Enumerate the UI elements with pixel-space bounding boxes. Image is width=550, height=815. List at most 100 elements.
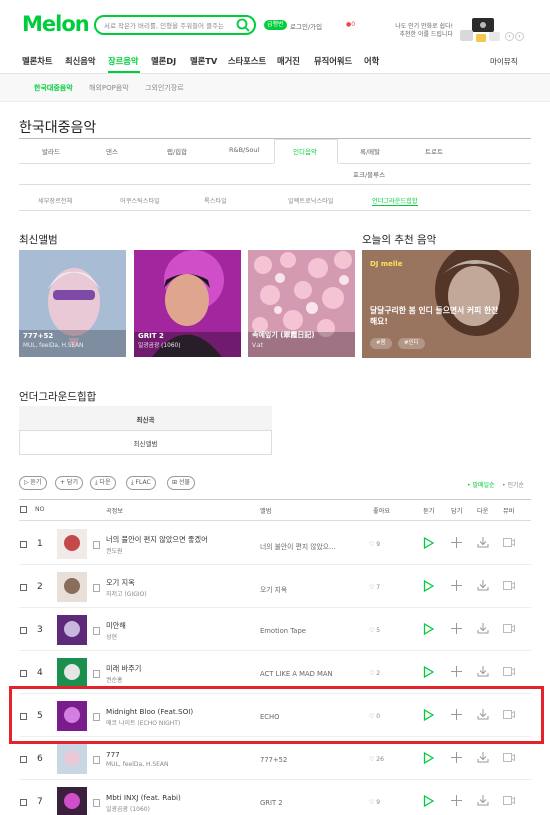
row-album-thumb[interactable]: [57, 572, 87, 602]
gnb-mymusic[interactable]: 마이뮤직: [490, 56, 518, 67]
genre-dance[interactable]: 댄스: [106, 146, 118, 156]
notification-count[interactable]: ●0: [346, 21, 355, 28]
play-icon[interactable]: [423, 795, 434, 807]
row-album-name[interactable]: 너의 불안이 편지 않았으...: [260, 541, 336, 551]
row-album-thumb[interactable]: [57, 787, 87, 815]
row-song-title[interactable]: 미안해: [106, 621, 126, 631]
login-link[interactable]: 로그인/가입: [290, 21, 322, 31]
row-song-artist[interactable]: 권순홍: [106, 675, 123, 684]
add-icon[interactable]: [451, 537, 462, 548]
row-song-artist[interactable]: 지저고 (GIGIO): [106, 589, 147, 598]
row-like-button[interactable]: ♡ 5: [369, 627, 380, 634]
style-all[interactable]: 세부장르전체: [38, 196, 72, 205]
download-selected-button[interactable]: ⤓ 다운: [90, 476, 116, 490]
tag-indie[interactable]: #인디: [398, 338, 425, 349]
row-song-title[interactable]: Mbti INXJ (feat. Rabi): [106, 793, 181, 802]
sort-by-popularity[interactable]: • 인기순: [502, 480, 524, 489]
subnav-kpop[interactable]: 한국대중음악: [34, 83, 73, 93]
search-badge[interactable]: 급행번: [264, 20, 287, 30]
row-song-artist[interactable]: 일광곰광 (1060): [106, 804, 150, 813]
tab-latest-albums[interactable]: 최신앨범: [19, 438, 272, 448]
mv-icon[interactable]: [503, 795, 515, 806]
row-album-thumb[interactable]: [57, 658, 87, 688]
style-acoustic[interactable]: 어쿠스틱스타일: [120, 196, 160, 205]
sort-by-date[interactable]: • 발매일순: [467, 480, 495, 489]
mv-icon[interactable]: [503, 666, 515, 677]
melon-logo[interactable]: Melon: [22, 12, 90, 36]
row-checkbox[interactable]: [20, 799, 27, 806]
row-album-thumb[interactable]: [57, 744, 87, 774]
gnb-starpost[interactable]: 스타포스트: [228, 55, 266, 67]
flac-download-button[interactable]: ⤓ FLAC: [126, 476, 156, 490]
row-like-button[interactable]: ♡ 2: [369, 670, 380, 677]
mv-icon[interactable]: [503, 537, 515, 548]
genre-rock[interactable]: 록/메탈: [360, 146, 380, 156]
play-icon[interactable]: [423, 752, 434, 764]
row-album-thumb[interactable]: [57, 615, 87, 645]
genre-rnb[interactable]: R&B/Soul: [229, 146, 259, 154]
row-album-name[interactable]: GRIT 2: [260, 799, 283, 807]
row-song-title[interactable]: 너의 불안이 편지 않았으면 좋겠어: [106, 535, 208, 545]
song-info-icon[interactable]: [93, 584, 100, 592]
gnb-latest[interactable]: 최신음악: [65, 55, 96, 67]
play-selected-button[interactable]: ▷ 듣기: [19, 476, 47, 490]
row-album-name[interactable]: ACT LIKE A MAD MAN: [260, 670, 333, 678]
song-info-icon[interactable]: [93, 670, 100, 678]
row-song-title[interactable]: 미래 바주기: [106, 664, 141, 674]
add-icon[interactable]: [451, 623, 462, 634]
play-icon[interactable]: [423, 666, 434, 678]
gnb-chart[interactable]: 멜론차트: [22, 55, 53, 67]
album-artist[interactable]: 일광곰광 (1060): [138, 340, 180, 349]
play-icon[interactable]: [423, 580, 434, 592]
add-icon[interactable]: [451, 752, 462, 763]
subnav-other[interactable]: 그외인기장르: [145, 83, 184, 93]
gnb-genre[interactable]: 장르음악: [108, 55, 139, 67]
style-underground-hiphop[interactable]: 언더그라운드힙합: [372, 196, 418, 206]
song-info-icon[interactable]: [93, 541, 100, 549]
row-like-button[interactable]: ♡ 9: [369, 799, 380, 806]
promo-text[interactable]: 나도 인기 만화로 쉽다! 추천한 이를 드립니다: [383, 23, 453, 39]
genre-hiphop[interactable]: 랩/힙합: [167, 146, 187, 156]
song-info-icon[interactable]: [93, 756, 100, 764]
album-title[interactable]: 속에잎기 (翠霞日記): [252, 330, 315, 340]
search-icon[interactable]: [235, 17, 251, 33]
gnb-magazine[interactable]: 매거진: [277, 55, 300, 67]
row-song-artist[interactable]: 권도원: [106, 546, 123, 555]
gift-button[interactable]: ⊞ 선물: [167, 476, 195, 490]
row-song-title[interactable]: 오기 지옥: [106, 578, 135, 588]
row-song-artist[interactable]: 성현: [106, 632, 117, 641]
promo-next-button[interactable]: ›: [515, 32, 524, 41]
download-icon[interactable]: [477, 795, 489, 806]
download-icon[interactable]: [477, 752, 489, 763]
gnb-awards[interactable]: 뮤직어워드: [314, 55, 352, 67]
row-checkbox[interactable]: [20, 627, 27, 634]
song-info-icon[interactable]: [93, 799, 100, 807]
tag-spring[interactable]: #봄: [370, 338, 392, 349]
style-electronic[interactable]: 일렉트로닉스타일: [288, 196, 334, 205]
row-like-button[interactable]: ♡ 26: [369, 756, 384, 763]
play-icon[interactable]: [423, 537, 434, 549]
album-title[interactable]: GRIT 2: [138, 332, 164, 340]
download-icon[interactable]: [477, 623, 489, 634]
add-icon[interactable]: [451, 795, 462, 806]
album-artist[interactable]: MUL, feelDa, H.SEAN: [23, 343, 83, 349]
row-checkbox[interactable]: [20, 541, 27, 548]
select-all-checkbox[interactable]: [20, 506, 27, 513]
gnb-dj[interactable]: 멜론DJ: [151, 55, 176, 67]
row-checkbox[interactable]: [20, 584, 27, 591]
style-rock[interactable]: 록스타일: [204, 196, 227, 205]
song-info-icon[interactable]: [93, 627, 100, 635]
genre-indie[interactable]: 인디음악: [293, 146, 317, 156]
recommend-card[interactable]: DJ melle 달달구리한 봄 인디 들으면서 커피 한잔해요! #봄 #인디: [362, 250, 531, 358]
promo-image[interactable]: [456, 12, 504, 44]
row-album-thumb[interactable]: [57, 529, 87, 559]
add-icon[interactable]: [451, 666, 462, 677]
album-artist[interactable]: V.at: [252, 343, 263, 349]
row-like-button[interactable]: ♡ 7: [369, 584, 380, 591]
play-icon[interactable]: [423, 623, 434, 635]
row-checkbox[interactable]: [20, 756, 27, 763]
recommend-headline[interactable]: 달달구리한 봄 인디 들으면서 커피 한잔해요!: [370, 305, 505, 327]
gnb-tv[interactable]: 멜론TV: [190, 55, 217, 67]
download-icon[interactable]: [477, 580, 489, 591]
mv-icon[interactable]: [503, 580, 515, 591]
